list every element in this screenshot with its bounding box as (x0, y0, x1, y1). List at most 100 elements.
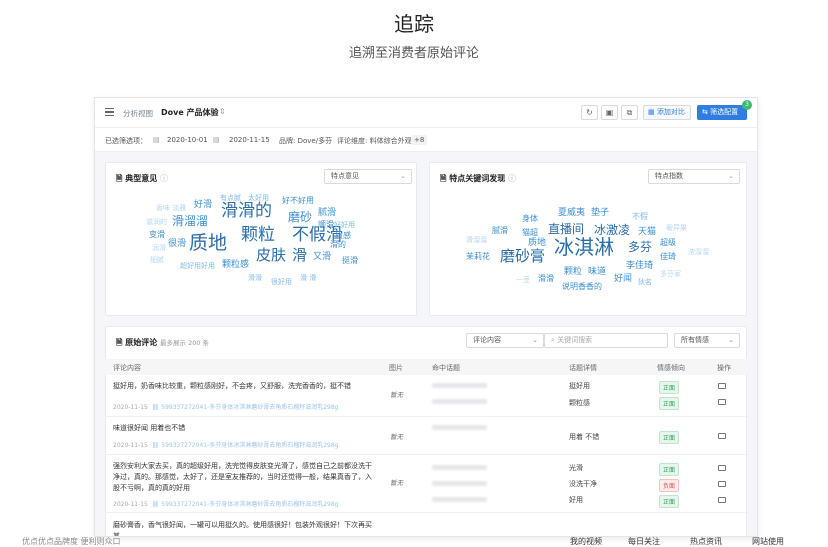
brand-filter[interactable]: 品牌: Dove/多芬 (279, 136, 332, 146)
cloud-word[interactable]: 质地 (189, 234, 227, 253)
cloud-word[interactable]: 奢异果 (666, 225, 687, 232)
cloud-word[interactable]: 有点腻 (220, 195, 241, 202)
cloud-word[interactable]: 磨砂膏 (500, 249, 545, 264)
table-row[interactable]: 挺好用，奶香味比较重，颗粒感刚好，不会疼，又舒服，洗完香香的，挺不错 2020-… (105, 375, 749, 417)
cloud-word[interactable]: 佳琦 (660, 253, 676, 261)
cloud-word[interactable]: 滑的 (330, 241, 346, 249)
cloud-word[interactable]: 皮肤 (256, 248, 286, 263)
review-product-link[interactable]: 599337272041-多芬身体冰淇淋磨砂膏去角质石榴籽滋润乳298g (161, 404, 338, 411)
cloud-word[interactable]: 说明香香的 (562, 283, 602, 291)
cloud-word[interactable]: 颗粒 (564, 268, 582, 277)
cloud-word[interactable]: 挺滑 (342, 257, 358, 265)
keyword-index-select[interactable]: 特点指数 ⌄ (648, 169, 740, 184)
cloud-word[interactable]: 颗粒感 (222, 261, 249, 270)
cloud-word[interactable]: 变滑 (149, 231, 165, 239)
cloud-word[interactable]: 滑溜溜 (172, 215, 208, 227)
info-icon[interactable]: ⓘ (508, 174, 516, 183)
search-field-select[interactable]: 评论内容 ⌄ (466, 333, 544, 348)
cloud-word[interactable]: 滑 (292, 248, 307, 263)
calendar-icon[interactable]: ▤ (213, 136, 220, 144)
cloud-word[interactable]: 很滑 (168, 240, 186, 249)
cloud-word[interactable]: 滑滑 (538, 275, 554, 283)
cloud-word[interactable]: 腻滑 (318, 209, 336, 218)
calendar-icon[interactable]: ▤ (153, 136, 160, 144)
cloud-word[interactable]: 直播间 (548, 223, 584, 235)
cloud-word[interactable]: 腻滑 (492, 227, 508, 235)
dimension-filter[interactable]: 评论维度: 料体综合外观 (337, 136, 412, 146)
info-icon[interactable]: ⓘ (160, 174, 168, 183)
cloud-word[interactable]: 超好用好用 (180, 263, 215, 270)
cloud-word[interactable]: 润滑 (152, 245, 166, 252)
cloud-word[interactable]: 猫超 (522, 229, 538, 237)
save-button[interactable]: ▣ (601, 105, 618, 120)
link-icon[interactable]: ⛓ (152, 501, 160, 508)
cloud-word[interactable]: 味道 (588, 268, 606, 277)
cloud-word[interactable]: 身体 (522, 215, 538, 223)
sentiment-select[interactable]: 所有情感 ⌄ (674, 333, 740, 348)
comment-icon[interactable] (718, 497, 726, 503)
cloud-word[interactable]: 磨砂 (288, 211, 312, 223)
cloud-word[interactable]: 浓溜溜 (688, 249, 709, 256)
product-selector[interactable]: Dove 产品体验 (161, 107, 219, 118)
breadcrumb[interactable]: 分析视图 (123, 108, 153, 119)
cloud-word[interactable]: 又滑 (313, 253, 331, 262)
link-icon[interactable]: ⛓ (152, 442, 160, 449)
cloud-word[interactable]: 细腻 (150, 257, 164, 264)
review-product-link[interactable]: 599337272041-多芬身体冰淇淋磨砂膏去角质石榴籽滋润乳298g (161, 442, 338, 449)
cloud-word[interactable]: 狄名 (638, 279, 652, 286)
refresh-button[interactable]: ↻ (581, 105, 598, 120)
bottom-link[interactable]: 每日关注 (628, 536, 660, 547)
date-from[interactable]: 2020-10-01 (167, 136, 208, 144)
cloud-word[interactable]: 一豆 (516, 277, 530, 284)
cloud-word[interactable]: 超级 (660, 239, 676, 247)
review-product-link[interactable]: 599337272041-多芬身体冰淇淋磨砂膏去角质石榴籽滋润乳298g (161, 501, 338, 508)
cloud-word[interactable]: 多芬 (628, 241, 652, 253)
cloud-word[interactable]: 好闻 (614, 275, 632, 284)
cloud-word[interactable]: 质感 (335, 232, 351, 240)
cloud-word[interactable]: 滑滑 (248, 275, 262, 282)
cloud-word[interactable]: 茉莉花 (466, 253, 490, 261)
menu-icon[interactable] (105, 108, 114, 116)
link-icon[interactable]: ⛓ (152, 404, 160, 411)
cloud-word[interactable]: 滑 滑 (300, 275, 316, 282)
cloud-word[interactable]: 好滑 (194, 201, 212, 210)
typical-opinion-select[interactable]: 特点意见 ⌄ (324, 169, 412, 184)
cloud-word[interactable]: 冰淇淋 (554, 237, 614, 257)
date-to[interactable]: 2020-11-15 (229, 136, 270, 144)
table-row[interactable]: 强烈安利大家去买，真的超级好用，洗完觉得皮肤变光滑了，感觉自己之前都没洗干净过，… (105, 455, 749, 513)
cloud-word[interactable]: 好好用 (334, 222, 355, 229)
cloud-word[interactable]: 冰激凌 (594, 224, 630, 236)
comment-icon[interactable] (718, 433, 726, 439)
comment-icon[interactable] (718, 399, 726, 405)
cloud-word[interactable]: 李佳琦 (626, 262, 653, 271)
bottom-link[interactable]: 我的视频 (570, 536, 602, 547)
add-compare-button[interactable]: ▦ 添加对比 (643, 105, 691, 120)
copy-button[interactable]: ⧉ (621, 105, 638, 120)
bottom-link[interactable]: 热点资讯 (690, 536, 722, 547)
cloud-word[interactable]: 顺滑 (318, 221, 334, 229)
cloud-word[interactable]: 很好用 (271, 279, 292, 286)
cloud-word[interactable]: 不假 (632, 213, 648, 221)
search-input[interactable]: ⌕ 关键词搜索 (544, 333, 668, 348)
bottom-link[interactable]: 网站使用 (752, 536, 784, 547)
cloud-word[interactable]: 垫子 (591, 209, 609, 218)
filter-config-button[interactable]: ⇆ 筛选配置 (697, 105, 747, 120)
more-filters-badge[interactable]: +8 (411, 135, 428, 145)
cloud-word[interactable]: 天猫 (638, 228, 656, 237)
cloud-word[interactable]: 滑溜溜 (466, 237, 487, 244)
cloud-word[interactable]: 太好用 (248, 195, 269, 202)
cloud-word[interactable]: 夏威夷 (558, 209, 585, 218)
cloud-word[interactable]: 质地 (528, 239, 546, 248)
chevron-updown-icon[interactable]: ⇕ (219, 107, 226, 116)
cloud-word[interactable]: 滋润的 (146, 219, 167, 226)
comment-icon[interactable] (718, 383, 726, 389)
comment-icon[interactable] (718, 465, 726, 471)
cloud-word[interactable]: 多芬家 (660, 271, 681, 278)
table-row[interactable]: 味道很好闻 用着也不错 2020-11-15 ⛓ 599337272041-多芬… (105, 417, 749, 455)
cloud-word[interactable]: 好不好用 (282, 197, 314, 205)
cloud-word[interactable]: 颗粒 (241, 227, 275, 244)
cloud-word[interactable]: 香味 淡雅 (156, 205, 186, 212)
cloud-word[interactable]: 滑滑的 (221, 203, 272, 220)
table-row[interactable]: 磨砂膏香，香气很好闻，一罐可以用挺久的。使用感很好！包装外观很好！下次再买其 (105, 513, 749, 536)
comment-icon[interactable] (718, 481, 726, 487)
